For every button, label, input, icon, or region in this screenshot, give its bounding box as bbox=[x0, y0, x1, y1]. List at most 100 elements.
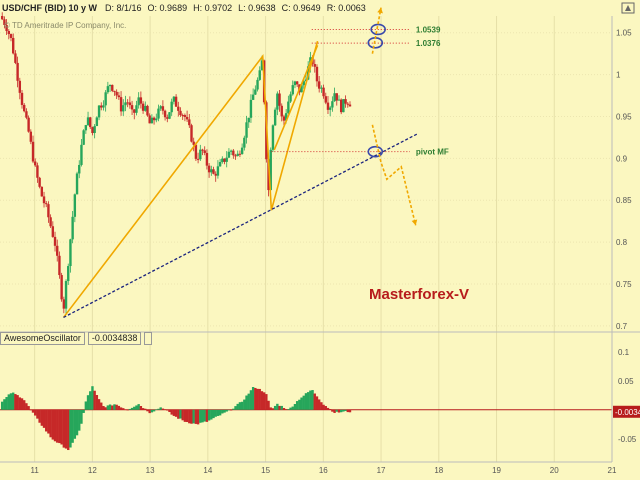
ao-bar bbox=[284, 409, 288, 410]
candle-body bbox=[317, 81, 321, 89]
ao-bar bbox=[117, 405, 121, 410]
level-label: 1.0376 bbox=[416, 39, 441, 48]
ao-bar bbox=[62, 409, 66, 448]
ao-bar bbox=[124, 409, 127, 411]
candle-body bbox=[342, 99, 345, 113]
ao-bar bbox=[108, 404, 112, 410]
ao-bar bbox=[234, 406, 237, 410]
candle-body bbox=[254, 89, 257, 95]
ao-bar bbox=[212, 409, 215, 419]
candle-body bbox=[152, 117, 156, 121]
ao-bar bbox=[86, 395, 90, 410]
candle-body bbox=[271, 125, 275, 150]
candle-body bbox=[124, 102, 127, 106]
ao-bar bbox=[331, 409, 334, 412]
ao-bar bbox=[302, 395, 305, 410]
ao-bar bbox=[317, 399, 321, 410]
candle-body bbox=[18, 80, 22, 93]
candle-body bbox=[100, 105, 103, 108]
ao-bar bbox=[315, 396, 319, 410]
ao-bar bbox=[155, 409, 158, 411]
candle-body bbox=[133, 109, 136, 113]
ao-bar bbox=[119, 407, 123, 410]
candle-body bbox=[27, 117, 30, 132]
ao-bar bbox=[289, 407, 292, 410]
x-tick-label: 21 bbox=[608, 466, 617, 475]
candle-body bbox=[40, 186, 44, 197]
candle-body bbox=[102, 105, 105, 108]
indicator-name[interactable]: AwesomeOscillator bbox=[0, 331, 85, 345]
candle-body bbox=[31, 141, 35, 162]
close-value: C: 0.9649 bbox=[281, 3, 321, 13]
candle-body bbox=[232, 150, 235, 156]
ao-bar bbox=[80, 409, 83, 424]
candle-body bbox=[333, 93, 336, 102]
ao-bar bbox=[324, 406, 327, 410]
chart-canvas[interactable]: 1.0539 1.0376 pivot MF 0.7 0.75 0.8 0.85 0.9 0.… bbox=[0, 0, 640, 480]
candle-body bbox=[23, 104, 26, 112]
candle-body bbox=[122, 105, 125, 112]
candle-body bbox=[163, 110, 167, 118]
y-tick-label: 0.75 bbox=[616, 280, 632, 289]
ao-bar bbox=[137, 404, 140, 410]
ao-bar bbox=[23, 400, 26, 410]
ao-bar bbox=[111, 405, 114, 410]
ao-bar bbox=[16, 395, 19, 410]
symbol-header: USD/CHF (BID) 10 y W D: 8/1/16 O: 0.9689… bbox=[0, 0, 372, 16]
ao-y-tick-label: -0.05 bbox=[618, 435, 637, 444]
candle-body bbox=[214, 173, 217, 176]
candle-body bbox=[210, 169, 213, 173]
y-tick-label: 0.9 bbox=[616, 154, 628, 163]
candle-body bbox=[45, 203, 48, 205]
drawings: 1.0539 1.0376 pivot MF bbox=[62, 7, 449, 319]
ao-bar bbox=[84, 401, 88, 410]
ao-bar bbox=[342, 409, 345, 412]
ao-bar bbox=[313, 393, 316, 410]
ao-bar bbox=[265, 394, 268, 410]
ao-bar bbox=[20, 398, 24, 410]
ao-bar bbox=[320, 402, 323, 410]
ao-bar bbox=[267, 400, 270, 410]
candle-body bbox=[177, 106, 180, 111]
ao-bar bbox=[78, 409, 81, 431]
candle-body bbox=[42, 196, 46, 204]
candle-body bbox=[320, 87, 323, 89]
candle-body bbox=[256, 79, 259, 90]
candle-body bbox=[188, 119, 191, 126]
ao-bar bbox=[14, 394, 17, 410]
candle-body bbox=[218, 162, 222, 167]
candle-body bbox=[240, 147, 244, 155]
ao-bar bbox=[49, 409, 52, 438]
candle-body bbox=[328, 107, 332, 110]
ao-bar bbox=[12, 392, 15, 410]
ao-bar bbox=[58, 409, 61, 444]
candle-body bbox=[51, 226, 55, 237]
candle-body bbox=[60, 275, 63, 300]
symbol-label[interactable]: USD/CHF (BID) 10 y W bbox=[2, 3, 97, 13]
ao-bar bbox=[326, 407, 330, 410]
candle-body bbox=[144, 105, 147, 111]
ao-bar bbox=[262, 392, 266, 410]
ao-bar bbox=[148, 409, 151, 414]
candle-body bbox=[113, 90, 116, 92]
ao-bar bbox=[1, 401, 4, 410]
ao-bar bbox=[295, 401, 299, 410]
indicator-menu-button[interactable]: ​ bbox=[144, 331, 153, 345]
ao-bar bbox=[245, 395, 248, 410]
candle-body bbox=[295, 81, 299, 85]
ao-bar bbox=[210, 409, 213, 420]
ao-bar bbox=[159, 407, 162, 410]
candle-body bbox=[69, 239, 72, 267]
y-tick-label: 1.05 bbox=[616, 29, 632, 38]
candle-body bbox=[339, 99, 343, 113]
candle-body bbox=[137, 97, 140, 106]
alert-bell-icon[interactable] bbox=[621, 2, 635, 14]
candle-body bbox=[12, 37, 15, 54]
ao-bar bbox=[29, 409, 33, 411]
ao-bar bbox=[333, 409, 336, 413]
candle-body bbox=[344, 99, 347, 104]
ao-bar bbox=[89, 391, 92, 410]
ao-bar bbox=[291, 406, 294, 410]
ao-bar bbox=[201, 409, 204, 423]
candle-body bbox=[247, 117, 250, 123]
